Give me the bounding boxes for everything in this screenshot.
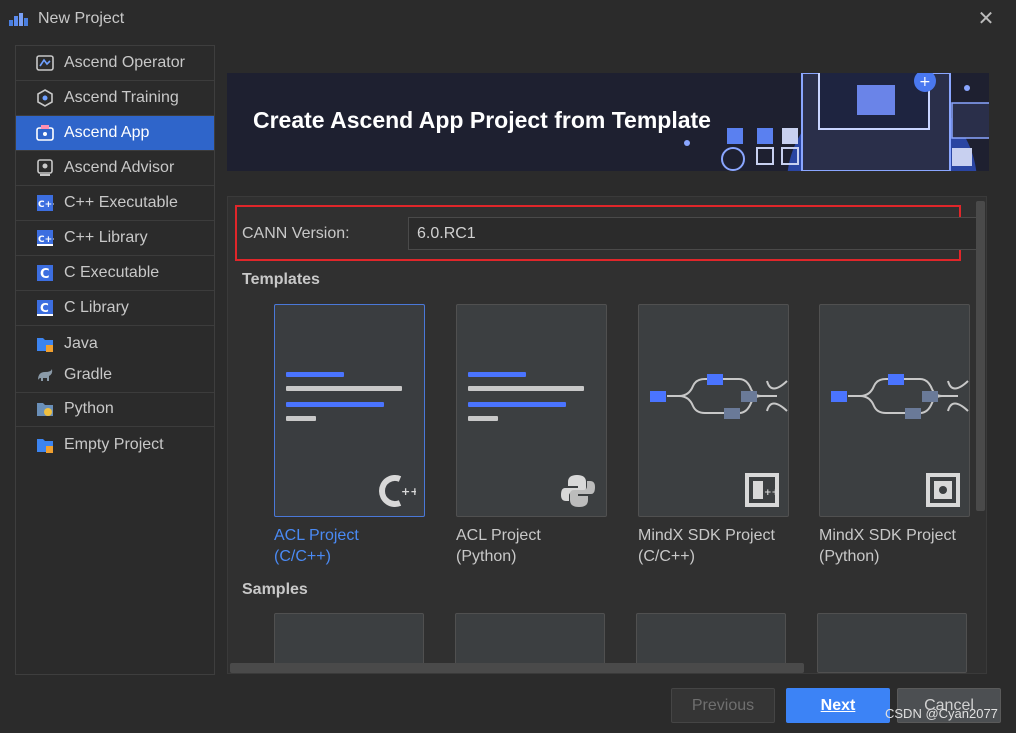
template-label-mindx-python[interactable]: MindX SDK Project (Python): [819, 525, 979, 567]
template-banner: + Create Ascend App Project from Templat…: [227, 73, 989, 171]
watermark-text: CSDN @Cyan2077: [885, 706, 998, 721]
sidebar-item-label: Ascend App: [64, 124, 150, 141]
template-label-line: (Python): [456, 548, 517, 565]
sidebar-item-cpp-executable[interactable]: C++ C++ Executable: [16, 186, 214, 221]
sample-card[interactable]: [817, 613, 967, 673]
template-content-panel: CANN Version: 6.0.RC1 Templates ++ ACL P…: [227, 196, 987, 674]
template-card-mindx-cpp[interactable]: ++: [638, 304, 789, 517]
svg-text:C: C: [40, 267, 50, 282]
c-executable-icon: C: [36, 264, 54, 282]
window-title: New Project: [38, 10, 125, 27]
template-card-mindx-python[interactable]: [819, 304, 970, 517]
template-label-line: ACL Project: [456, 527, 541, 544]
sidebar-item-label: Java: [64, 334, 98, 352]
sidebar-item-ascend-app[interactable]: Ascend App: [16, 116, 214, 151]
code-line-decoration: [468, 386, 584, 391]
cpp-library-icon: C++: [36, 229, 54, 247]
python-folder-icon: [36, 400, 54, 418]
cann-version-label: CANN Version:: [242, 225, 350, 242]
svg-text:C++: C++: [38, 235, 54, 245]
cpp-logo-icon: ++: [379, 475, 416, 507]
template-label-mindx-cpp[interactable]: MindX SDK Project (C/C++): [638, 525, 798, 567]
sidebar-item-gradle[interactable]: Gradle: [16, 358, 214, 393]
pipeline-diagram-icon: [831, 374, 969, 419]
sidebar-item-ascend-advisor[interactable]: Ascend Advisor: [16, 151, 214, 186]
ascend-app-icon: [36, 124, 54, 142]
cann-version-input[interactable]: 6.0.RC1: [408, 217, 978, 250]
template-card-acl-python[interactable]: [456, 304, 607, 517]
sidebar-item-c-library[interactable]: C C Library: [16, 291, 214, 326]
previous-button[interactable]: Previous: [671, 688, 775, 723]
svg-text:++: ++: [764, 488, 779, 498]
sidebar-item-empty-project[interactable]: Empty Project: [16, 427, 214, 462]
template-label-line: ACL Project: [274, 527, 359, 544]
cpp-executable-icon: C++: [36, 194, 54, 212]
svg-text:C: C: [40, 301, 49, 315]
template-card-acl-cpp[interactable]: ++: [274, 304, 425, 517]
python-logo-icon: [561, 475, 595, 507]
sidebar-item-ascend-training[interactable]: Ascend Training: [16, 81, 214, 116]
sidebar-item-ascend-operator[interactable]: Ascend Operator: [16, 46, 214, 81]
ascend-advisor-icon: [36, 159, 54, 177]
banner-title: Create Ascend App Project from Template: [253, 107, 711, 133]
mindx-cpp-icon: ++: [745, 473, 779, 507]
svg-text:++: ++: [401, 485, 416, 498]
sidebar-item-cpp-library[interactable]: C++ C++ Library: [16, 221, 214, 256]
code-line-decoration: [286, 372, 344, 377]
sidebar-item-label: C Executable: [64, 264, 160, 281]
code-line-decoration: [468, 372, 526, 377]
app-logo-icon: [9, 13, 28, 26]
sidebar-item-label: Ascend Operator: [64, 54, 185, 71]
template-label-line: MindX SDK Project: [819, 527, 956, 544]
code-line-decoration: [286, 386, 402, 391]
sidebar-item-label: C++ Library: [64, 229, 148, 246]
code-line-decoration: [286, 402, 384, 407]
template-label-line: (C/C++): [274, 548, 331, 565]
code-line-decoration: [468, 402, 566, 407]
template-label-acl-python[interactable]: ACL Project (Python): [456, 525, 616, 567]
java-folder-icon: [36, 335, 54, 353]
template-label-line: MindX SDK Project: [638, 527, 775, 544]
template-label-line: (C/C++): [638, 548, 695, 565]
sidebar-item-label: C++ Executable: [64, 194, 178, 211]
empty-project-folder-icon: [36, 436, 54, 454]
c-library-icon: C: [36, 299, 54, 317]
pipeline-diagram-icon: [650, 374, 788, 419]
code-line-decoration: [286, 416, 316, 421]
svg-text:C++: C++: [38, 200, 54, 210]
next-button[interactable]: Next: [786, 688, 890, 723]
code-line-decoration: [468, 416, 498, 421]
close-icon[interactable]: ✕: [975, 8, 997, 30]
title-bar: New Project ✕: [0, 0, 1016, 38]
sidebar-item-label: Ascend Training: [64, 89, 179, 106]
template-label-line: (Python): [819, 548, 880, 565]
templates-heading: Templates: [242, 271, 320, 288]
sidebar-item-java[interactable]: Java: [16, 326, 214, 361]
vertical-scrollbar[interactable]: [976, 201, 985, 511]
sidebar-item-label: Ascend Advisor: [64, 159, 175, 176]
svg-text:+: +: [919, 74, 931, 90]
ascend-operator-icon: [36, 54, 54, 72]
sidebar-item-label: C Library: [64, 299, 129, 316]
ascend-training-icon: [36, 89, 54, 107]
sidebar-item-c-executable[interactable]: C C Executable: [16, 256, 214, 291]
sidebar-item-label: Empty Project: [64, 435, 164, 453]
template-label-acl-cpp[interactable]: ACL Project (C/C++): [274, 525, 434, 567]
sidebar-item-label: Python: [64, 400, 114, 417]
project-type-sidebar: Ascend Operator Ascend Training Ascend A…: [15, 45, 215, 675]
sidebar-item-label: Gradle: [64, 366, 113, 383]
samples-heading: Samples: [242, 581, 308, 598]
sidebar-item-python[interactable]: Python: [16, 392, 214, 427]
mindx-python-icon: [926, 473, 960, 507]
gradle-elephant-icon: [36, 366, 54, 384]
horizontal-scrollbar[interactable]: [230, 663, 804, 673]
